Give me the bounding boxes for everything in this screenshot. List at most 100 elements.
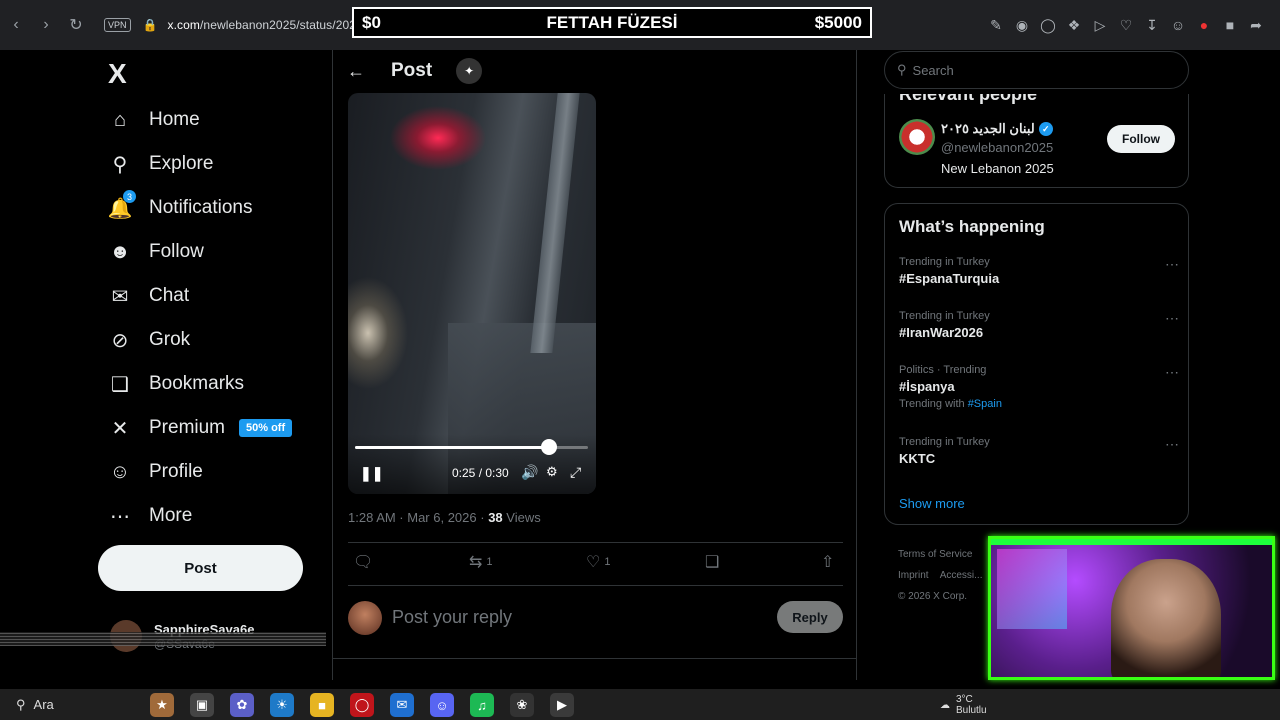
- cube-icon[interactable]: ■: [1222, 17, 1238, 33]
- edge-icon[interactable]: ☀: [270, 693, 294, 717]
- sidebar-item-explore[interactable]: ⚲ Explore: [108, 146, 214, 182]
- search-icon: ⚲: [16, 696, 26, 712]
- spotify-icon[interactable]: ♫: [470, 693, 494, 717]
- footer-link[interactable]: Imprint: [898, 570, 929, 581]
- search-field[interactable]: ⚲: [884, 51, 1189, 89]
- profile-app-icon[interactable]: ●: [1196, 17, 1212, 33]
- copyright: © 2026 X Corp.: [898, 591, 968, 602]
- person-name-text: لبنان الجديد ٢٠٢٥: [941, 121, 1035, 136]
- grok-sparkle-icon[interactable]: ✦: [456, 58, 483, 84]
- person-bio: New Lebanon 2025: [941, 161, 1054, 176]
- search-icon: ⚲: [112, 153, 128, 176]
- more-options-icon[interactable]: ⋯: [1165, 256, 1179, 273]
- trend-item[interactable]: Politics · Trending #İspanya Trending wi…: [899, 364, 1179, 410]
- footer-link[interactable]: Terms of Service: [898, 549, 972, 560]
- sidebar-item-home[interactable]: ⌂ Home: [108, 102, 200, 138]
- video-scrub-handle[interactable]: [541, 439, 558, 455]
- post-button[interactable]: Post: [98, 545, 303, 591]
- user-icon[interactable]: ☺: [1170, 17, 1186, 33]
- sidebar-item-label: Chat: [149, 285, 190, 306]
- back-arrow-icon[interactable]: ←: [347, 61, 365, 82]
- profile-icon: ☺: [109, 460, 131, 483]
- webcam-frame-accent: [991, 539, 1272, 545]
- notification-count-badge: 3: [123, 190, 136, 203]
- sidebar-item-follow[interactable]: ☻ Follow: [108, 234, 203, 270]
- back-nav-icon[interactable]: ‹: [2, 11, 30, 39]
- openai-icon[interactable]: ❀: [510, 693, 534, 717]
- sidebar-item-grok[interactable]: ⊘ Grok: [108, 322, 191, 358]
- reply-button[interactable]: Reply: [777, 601, 843, 633]
- x-premium-icon: ✕: [111, 417, 129, 440]
- reply-input[interactable]: Post your reply: [392, 607, 512, 628]
- more-options-icon[interactable]: ⋯: [1165, 436, 1179, 453]
- vpn-badge[interactable]: VPN: [104, 18, 131, 32]
- like-action[interactable]: ♡ 1: [586, 552, 610, 572]
- trend-item[interactable]: Trending in Turkey #EspanaTurquia ⋯: [899, 256, 1179, 286]
- forward-nav-icon[interactable]: ›: [32, 11, 60, 39]
- taskbar-weather[interactable]: ☁ 3°C Bulutlu: [940, 694, 987, 716]
- sidebar-item-premium[interactable]: ✕ Premium 50% off: [108, 410, 293, 446]
- trends-card: What’s happening Trending in Turkey #Esp…: [884, 203, 1189, 525]
- person-name[interactable]: لبنان الجديد ٢٠٢٥ ✓: [941, 121, 1053, 137]
- settings-gear-icon[interactable]: ⚙: [546, 464, 558, 480]
- video-time: 0:25 / 0:30: [452, 466, 509, 480]
- copilot-icon[interactable]: ✿: [230, 693, 254, 717]
- sidebar-item-chat[interactable]: ✉ Chat: [108, 278, 190, 314]
- fullscreen-icon[interactable]: ⤢: [570, 464, 581, 481]
- weather-temp: 3°C: [956, 694, 973, 705]
- banner-right-amount: $5000: [814, 12, 862, 32]
- camera-icon[interactable]: ◉: [1014, 17, 1030, 34]
- sidebar-item-notifications[interactable]: 🔔 3 Notifications: [108, 190, 253, 226]
- video-player[interactable]: ❚❚ 0:25 / 0:30 🔊 ⚙ ⤢: [348, 93, 596, 494]
- bookmark-action[interactable]: ❑: [705, 552, 719, 572]
- post-timestamp[interactable]: 1:28 AM · Mar 6, 2026 ·: [348, 510, 488, 525]
- extension-icon[interactable]: ❖: [1066, 17, 1082, 34]
- windows-taskbar: ⚲ Ara ★ ▣ ✿ ☀ ■ ◯ ✉ ☺ ♫ ❀ ▶ ☁ 3°C Bulutl…: [0, 689, 1280, 720]
- pause-icon[interactable]: ❚❚: [360, 465, 383, 482]
- post-actions: 🗨 ⇆ 1 ♡ 1 ❑ ⇧: [348, 552, 843, 576]
- shield-icon[interactable]: ◯: [1040, 17, 1056, 34]
- mail-app-icon[interactable]: ✉: [390, 693, 414, 717]
- trend-item[interactable]: Trending in Turkey KKTC ⋯: [899, 436, 1179, 466]
- trend-item[interactable]: Trending in Turkey #IranWar2026 ⋯: [899, 310, 1179, 340]
- search-input[interactable]: [912, 62, 1163, 78]
- reply-action[interactable]: 🗨: [353, 552, 377, 572]
- share-action[interactable]: ⇧: [821, 552, 834, 572]
- taskbar-search[interactable]: ⚲ Ara: [16, 697, 54, 713]
- share-icon[interactable]: ➦: [1248, 17, 1264, 34]
- heart-icon[interactable]: ♡: [1118, 17, 1134, 34]
- reload-icon[interactable]: ↻: [62, 11, 90, 39]
- avatar[interactable]: [899, 119, 935, 155]
- left-sidebar: X ⌂ Home ⚲ Explore 🔔 3 Notifications ☻ Fo…: [0, 50, 332, 680]
- sidebar-item-more[interactable]: ⋯ More: [108, 498, 192, 534]
- follow-button[interactable]: Follow: [1107, 125, 1175, 153]
- discord-icon[interactable]: ☺: [430, 693, 454, 717]
- sidebar-item-profile[interactable]: ☺ Profile: [108, 454, 203, 490]
- task-view-icon[interactable]: ▣: [190, 693, 214, 717]
- sidebar-item-bookmarks[interactable]: ❑ Bookmarks: [108, 366, 244, 402]
- more-options-icon[interactable]: ⋯: [1165, 310, 1179, 327]
- game-app-icon[interactable]: ★: [150, 693, 174, 717]
- volume-icon[interactable]: 🔊: [521, 464, 538, 481]
- opera-icon[interactable]: ◯: [350, 693, 374, 717]
- edit-icon[interactable]: ✎: [988, 17, 1004, 34]
- media-player-icon[interactable]: ▶: [550, 693, 574, 717]
- trend-tag: KKTC: [899, 451, 936, 466]
- grok-icon: ⊘: [111, 329, 129, 352]
- trend-with-link[interactable]: #Spain: [968, 398, 1002, 410]
- banner-left-amount: $0: [362, 12, 381, 32]
- lock-icon[interactable]: 🔒: [143, 18, 158, 32]
- trend-tag: #EspanaTurquia: [899, 271, 1000, 286]
- x-logo-icon[interactable]: X: [108, 58, 127, 90]
- show-more-link[interactable]: Show more: [899, 496, 965, 511]
- bookmark-icon: ❑: [111, 373, 129, 396]
- footer-link[interactable]: Accessi...: [940, 570, 983, 581]
- video-progress-bar[interactable]: [355, 439, 588, 455]
- folder-icon[interactable]: ■: [310, 693, 334, 717]
- sidebar-item-label: Premium: [149, 417, 226, 438]
- share-upload-icon: ⇧: [821, 554, 835, 571]
- play-icon[interactable]: ▷: [1092, 17, 1108, 34]
- more-options-icon[interactable]: ⋯: [1165, 364, 1179, 381]
- download-icon[interactable]: ↧: [1144, 17, 1160, 34]
- repost-action[interactable]: ⇆ 1: [469, 552, 493, 572]
